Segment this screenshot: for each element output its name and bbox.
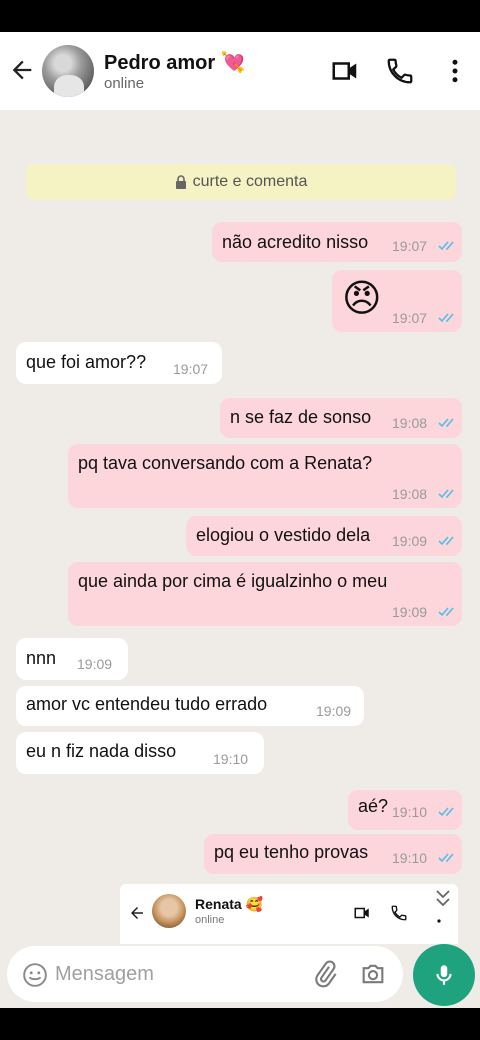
read-ticks-icon [438,807,454,817]
overlay-more-options-icon[interactable] [436,912,442,924]
contact-status: online [104,75,145,92]
microphone-button[interactable] [413,944,475,1006]
overlay-contact-status: online [195,914,225,926]
message-input[interactable] [55,956,295,992]
message-time: 19:07 [392,310,428,326]
message-bubble[interactable]: pq eu tenho provas 19:10 [204,834,462,874]
message-time: 19:09 [316,703,352,719]
message-bubble[interactable]: amor vc entendeu tudo errado 19:09 [16,686,364,726]
message-text: não acredito nisso [222,232,369,252]
message-time: 19:08 [392,415,428,431]
message-bubble[interactable]: n se faz de sonso 19:08 [220,398,462,438]
message-bubble[interactable]: aé? 19:10 [348,790,462,830]
overlay-chat-header[interactable]: Renata 🥰 online [120,884,458,944]
message-time: 19:07 [173,361,209,377]
read-ticks-icon [438,241,454,251]
message-time: 19:09 [77,656,113,672]
read-ticks-icon [438,313,454,323]
read-ticks-icon [438,536,454,546]
overlay-back-arrow-icon[interactable] [128,904,146,922]
message-bubble[interactable]: nnn 19:09 [16,638,128,680]
encryption-notice[interactable]: curte e comenta [26,164,456,200]
message-bubble[interactable]: que ainda por cima é igualzinho o meu 19… [68,562,462,626]
message-bubble[interactable]: elogiou o vestido dela 19:09 [186,516,462,556]
phone-call-icon[interactable] [385,56,415,86]
message-text: nnn [26,648,57,668]
message-text: que ainda por cima é igualzinho o meu [78,571,388,591]
chat-area[interactable]: curte e comenta não acredito nisso 19:07… [0,110,480,944]
overlay-avatar[interactable] [152,894,186,928]
overlay-phone-call-icon[interactable] [390,904,408,922]
lock-icon [175,175,186,189]
more-options-icon[interactable] [440,56,470,86]
message-time: 19:10 [392,850,428,866]
overlay-contact-name[interactable]: Renata 🥰 [195,896,263,913]
message-bubble[interactable]: não acredito nisso 19:07 [212,222,462,262]
camera-icon[interactable] [359,960,387,988]
message-text: que foi amor?? [26,352,147,372]
message-time: 19:07 [392,238,428,254]
message-time: 19:10 [392,804,428,820]
navigation-bar [0,1008,480,1040]
message-text: eu n fiz nada disso [26,741,177,761]
message-time: 19:09 [392,604,428,620]
avatar[interactable] [42,45,94,97]
read-ticks-icon [438,489,454,499]
message-text: elogiou o vestido dela [196,525,371,545]
chat-header: Pedro amor 💘 online [0,32,480,110]
message-text: n se faz de sonso [230,407,372,427]
message-bubble[interactable]: eu n fiz nada disso 19:10 [16,732,264,774]
overlay-video-call-icon[interactable] [352,904,372,922]
message-time: 19:09 [392,533,428,549]
message-bubble[interactable]: que foi amor?? 19:07 [16,342,222,384]
attach-paperclip-icon[interactable] [311,960,339,988]
composer-bar [0,944,480,1008]
read-ticks-icon [438,418,454,428]
scroll-down-chevron-icon[interactable] [434,888,452,910]
message-bubble[interactable]: 😠 19:07 [332,270,462,332]
message-text: amor vc entendeu tudo errado [26,694,268,714]
video-call-icon[interactable] [330,56,360,86]
message-text: aé? [358,796,389,816]
read-ticks-icon [438,853,454,863]
back-arrow-icon[interactable] [8,56,36,84]
notice-text: curte e comenta [192,173,308,190]
read-ticks-icon [438,607,454,617]
message-text: pq eu tenho provas [214,842,369,862]
message-text: pq tava conversando com a Renata? [78,453,373,473]
message-bubble[interactable]: pq tava conversando com a Renata? 19:08 [68,444,462,508]
message-time: 19:08 [392,486,428,502]
angry-face-emoji: 😠 [342,278,382,320]
message-time: 19:10 [213,751,249,767]
message-input-box[interactable] [7,946,403,1002]
contact-name[interactable]: Pedro amor 💘 [104,50,246,75]
emoji-icon[interactable] [22,962,48,988]
status-bar [0,0,480,32]
microphone-icon [436,965,452,985]
